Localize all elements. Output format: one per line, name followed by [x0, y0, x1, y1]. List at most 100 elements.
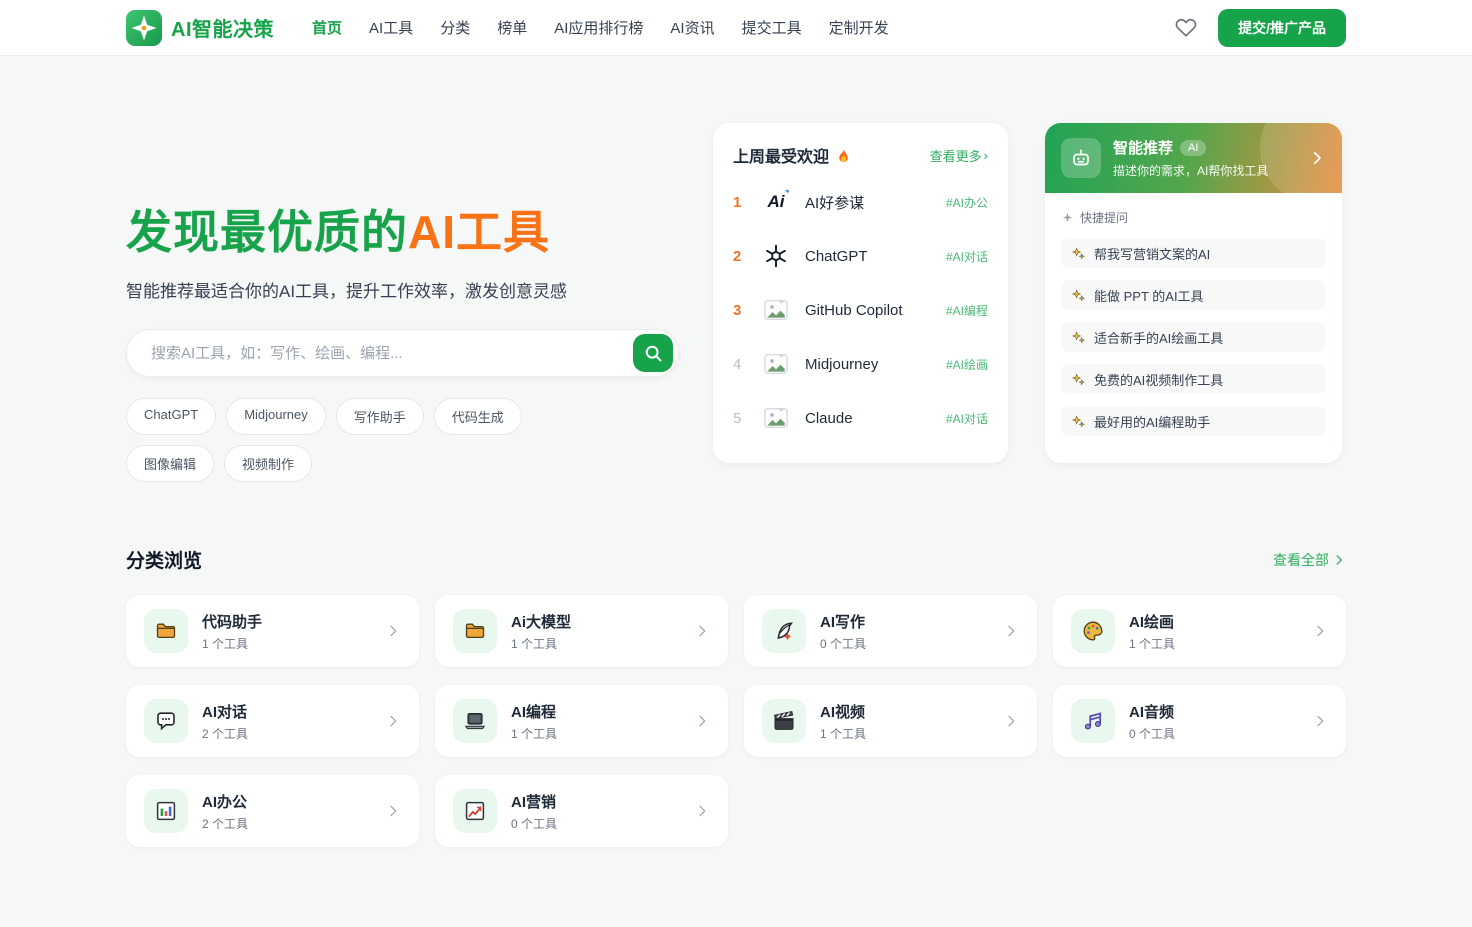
tag-video-production[interactable]: 视频制作 — [224, 445, 313, 483]
folder-icon — [453, 609, 497, 654]
category-name: Ai大模型 — [511, 613, 572, 631]
nav-item-ai-tools[interactable]: AI工具 — [369, 17, 413, 38]
nav-item-custom-dev[interactable]: 定制开发 — [829, 17, 889, 38]
nav-item-app-charts[interactable]: AI应用排行榜 — [554, 17, 643, 38]
hero-subtitle: 智能推荐最适合你的AI工具，提升工作效率，激发创意灵感 — [126, 282, 568, 302]
submit-promote-button[interactable]: 提交/推广产品 — [1218, 8, 1346, 47]
ranking-item-claude[interactable]: 5 Claude #AI对话 — [733, 399, 988, 437]
chevron-right-icon — [699, 625, 706, 637]
quick-question-list: 帮我写营销文案的AI 能做 PPT 的AI工具 适合新手的AI绘画工具 免费的A… — [1061, 238, 1326, 436]
chevron-right-icon — [390, 625, 397, 637]
page-title: 发现最优质的AI工具 — [126, 205, 679, 260]
category-card-code-assistant[interactable]: 代码助手 1 个工具 — [126, 595, 419, 668]
nav-item-rankings[interactable]: 榜单 — [497, 17, 527, 38]
sparkle-icon: ✦ — [783, 186, 792, 196]
broken-image-icon — [759, 401, 793, 435]
chevron-right-icon — [1008, 715, 1015, 727]
robot-icon — [1061, 138, 1101, 178]
category-count: 2 个工具 — [202, 816, 249, 831]
title-part-orange: AI工具 — [408, 206, 550, 258]
hero-section: 发现最优质的AI工具 智能推荐最适合你的AI工具，提升工作效率，激发创意灵感 C… — [0, 55, 1472, 483]
category-count: 1 个工具 — [511, 726, 558, 741]
chevron-right-icon — [1008, 625, 1015, 637]
category-name: AI编程 — [511, 703, 557, 721]
category-card-ai-audio[interactable]: AI音频 0 个工具 — [1053, 685, 1346, 758]
recommend-subtitle: 描述你的需求，AI帮你找工具 — [1113, 164, 1269, 178]
category-card-ai-office[interactable]: AI办公 2 个工具 — [126, 775, 419, 848]
quick-question-beginner-drawing[interactable]: 适合新手的AI绘画工具 — [1061, 322, 1326, 352]
sparkles-icon — [1071, 414, 1085, 427]
category-grid: 代码助手 1 个工具 Ai大模型 1 个工具 AI写作 0 个工具 AI绘画 1… — [126, 595, 1346, 848]
tool-category-tag: #AI对话 — [945, 411, 988, 426]
ranking-item-ai-haocanmou[interactable]: 1 Ai ✦ AI好参谋 #AI办公 — [733, 183, 988, 221]
category-count: 2 个工具 — [202, 726, 249, 741]
folder-icon — [144, 609, 188, 654]
categories-section: 分类浏览 查看全部 代码助手 1 个工具 Ai大模型 1 个工具 AI写作 0 … — [0, 546, 1472, 889]
view-more-link[interactable]: 查看更多 › — [930, 146, 988, 165]
chevron-right-icon — [1317, 625, 1324, 637]
category-name: 代码助手 — [202, 613, 263, 631]
nav-item-ai-news[interactable]: AI资讯 — [670, 17, 714, 38]
chevron-right-icon — [1336, 554, 1342, 565]
category-card-ai-marketing[interactable]: AI营销 0 个工具 — [435, 775, 728, 848]
view-all-link[interactable]: 查看全部 — [1273, 550, 1346, 570]
tool-category-tag: #AI绘画 — [945, 357, 988, 372]
category-card-ai-video[interactable]: AI视频 1 个工具 — [744, 685, 1037, 758]
category-count: 1 个工具 — [202, 636, 249, 651]
chevron-right-icon — [390, 805, 397, 817]
category-count: 0 个工具 — [511, 816, 558, 831]
category-name: AI绘画 — [1129, 613, 1175, 631]
tag-writing-assistant[interactable]: 写作助手 — [335, 398, 424, 436]
palette-icon — [1071, 609, 1115, 654]
quick-question-ppt-tool[interactable]: 能做 PPT 的AI工具 — [1061, 280, 1326, 310]
category-card-ai-writing[interactable]: AI写作 0 个工具 — [744, 595, 1037, 668]
broken-image-icon — [759, 347, 793, 381]
search-icon — [645, 345, 662, 362]
brand-logo[interactable]: AI智能决策 — [126, 9, 274, 46]
rank-number: 4 — [733, 355, 742, 373]
ranking-item-github-copilot[interactable]: 3 GitHub Copilot #AI编程 — [733, 291, 988, 329]
nav-item-submit-tool[interactable]: 提交工具 — [742, 17, 802, 38]
quick-question-marketing-copy[interactable]: 帮我写营销文案的AI — [1061, 238, 1326, 268]
rank-number: 2 — [733, 247, 742, 265]
recommend-title: 智能推荐 — [1113, 140, 1174, 157]
heart-icon[interactable] — [1174, 16, 1198, 40]
tag-image-editing[interactable]: 图像编辑 — [126, 445, 215, 483]
category-count: 1 个工具 — [1129, 636, 1176, 651]
chevron-right-icon — [1313, 151, 1321, 165]
quick-question-best-coding[interactable]: 最好用的AI编程助手 — [1061, 406, 1326, 436]
category-name: AI视频 — [820, 703, 866, 721]
sparkles-icon — [1071, 330, 1085, 343]
smart-recommend-header[interactable]: 智能推荐 AI 描述你的需求，AI帮你找工具 — [1045, 123, 1342, 193]
nav-item-home[interactable]: 首页 — [312, 17, 342, 38]
quick-questions-label: 快捷提问 — [1061, 209, 1326, 226]
quick-question-free-video[interactable]: 免费的AI视频制作工具 — [1061, 364, 1326, 394]
popular-last-week-card: 上周最受欢迎 查看更多 › 1 Ai ✦ AI好参谋 #AI办公 2 ChatG… — [713, 123, 1008, 463]
category-name: AI音频 — [1129, 703, 1175, 721]
category-name: AI办公 — [202, 793, 248, 811]
nav-item-categories[interactable]: 分类 — [440, 17, 470, 38]
ranking-item-midjourney[interactable]: 4 Midjourney #AI绘画 — [733, 345, 988, 383]
category-card-ai-drawing[interactable]: AI绘画 1 个工具 — [1053, 595, 1346, 668]
category-name: AI对话 — [202, 703, 248, 721]
speech-bubble-icon — [144, 699, 188, 744]
search-button[interactable] — [633, 334, 673, 373]
main-nav: 首页 AI工具 分类 榜单 AI应用排行榜 AI资讯 提交工具 定制开发 — [312, 17, 889, 38]
category-card-ai-chat[interactable]: AI对话 2 个工具 — [126, 685, 419, 758]
category-name: AI营销 — [511, 793, 557, 811]
tag-midjourney[interactable]: Midjourney — [226, 398, 326, 436]
music-notes-icon — [1071, 699, 1115, 744]
search-input[interactable] — [127, 344, 633, 362]
category-card-ai-coding[interactable]: AI编程 1 个工具 — [435, 685, 728, 758]
ai-haocanmou-logo: Ai ✦ — [767, 186, 792, 211]
smart-recommend-card: 智能推荐 AI 描述你的需求，AI帮你找工具 快捷提问 帮我写营销文案的AI 能… — [1045, 123, 1342, 463]
ranking-item-chatgpt[interactable]: 2 ChatGPT #AI对话 — [733, 237, 988, 275]
category-card-ai-large-model[interactable]: Ai大模型 1 个工具 — [435, 595, 728, 668]
tool-category-tag: #AI对话 — [945, 249, 988, 264]
categories-title: 分类浏览 — [126, 551, 203, 573]
rank-number: 5 — [733, 409, 742, 427]
hot-tags: ChatGPT Midjourney 写作助手 代码生成 图像编辑 视频制作 — [126, 398, 606, 483]
category-name: AI写作 — [820, 613, 866, 631]
tag-code-generation[interactable]: 代码生成 — [433, 398, 522, 436]
tag-chatgpt[interactable]: ChatGPT — [126, 398, 217, 436]
